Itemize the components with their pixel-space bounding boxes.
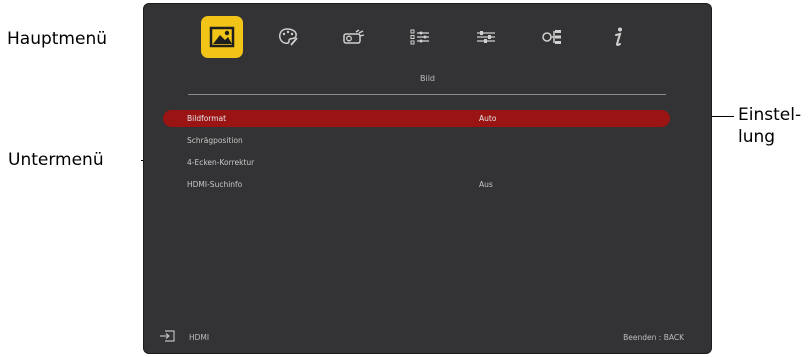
settings-list-icon	[410, 29, 429, 45]
color-palette-icon	[279, 28, 298, 46]
menu-row-hdmi-suchinfo[interactable]: HDMI-Suchinfo Aus	[163, 176, 670, 193]
menu-row-label: 4-Ecken-Korrektur	[187, 158, 255, 167]
callout-main-menu: Hauptmenü	[7, 29, 107, 49]
menu-divider	[188, 94, 666, 95]
tab-color[interactable]	[267, 16, 309, 58]
menu-row-label: Bildformat	[187, 114, 227, 123]
menu-row-label: Schrägposition	[187, 136, 243, 145]
tab-network[interactable]	[531, 16, 573, 58]
tab-picture[interactable]	[201, 16, 243, 58]
callout-submenu: Untermenü	[8, 150, 104, 170]
picture-icon	[209, 26, 235, 48]
menu-row-value: Aus	[479, 180, 493, 189]
input-source-label: HDMI	[189, 333, 210, 342]
projector-icon	[343, 29, 365, 44]
menu-row-bildformat[interactable]: Bildformat Auto	[163, 110, 670, 127]
menu-row-label: HDMI-Suchinfo	[187, 180, 243, 189]
osd-screen: Bild Bildformat Auto Schrägposition 4-Ec…	[143, 3, 712, 354]
tab-settings-list[interactable]	[399, 16, 441, 58]
menu-title: Bild	[419, 74, 435, 83]
callout-setting-line2: lung	[738, 127, 776, 147]
info-icon	[615, 27, 622, 46]
tab-info[interactable]	[597, 16, 639, 58]
network-icon	[542, 30, 561, 44]
callout-setting-line1: Einstel-	[738, 105, 802, 125]
menu-row-schraegposition[interactable]: Schrägposition	[163, 132, 670, 149]
menu-row-value: Auto	[479, 114, 497, 123]
menu-row-4-ecken-korrektur[interactable]: 4-Ecken-Korrektur	[163, 154, 670, 171]
tab-projector[interactable]	[333, 16, 375, 58]
tab-sliders[interactable]	[465, 16, 507, 58]
exit-hint: Beenden : BACK	[623, 333, 684, 342]
sliders-icon	[477, 31, 495, 43]
input-source-icon	[160, 330, 175, 342]
